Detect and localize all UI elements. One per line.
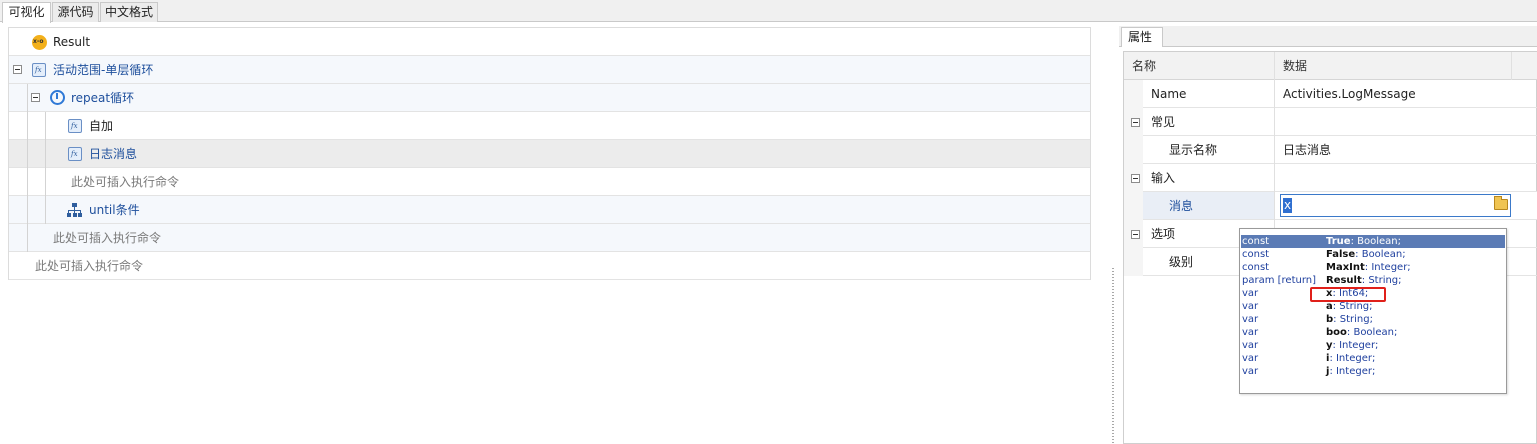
tab-properties[interactable]: 属性	[1121, 27, 1163, 47]
autocomplete-item[interactable]: param [return] Result: String;	[1241, 274, 1505, 287]
activity-fx-icon	[32, 63, 46, 77]
property-label: Name	[1151, 87, 1187, 101]
folder-icon[interactable]	[1494, 196, 1508, 210]
collapse-toggle-icon[interactable]	[13, 65, 22, 74]
indent-guide	[27, 84, 28, 252]
autocomplete-item[interactable]: var i: Integer;	[1241, 352, 1505, 365]
property-row-name[interactable]: Name Activities.LogMessage	[1124, 80, 1537, 108]
tree-item-label: 活动范围-单层循环	[53, 63, 154, 77]
tree-item-until[interactable]: until条件	[9, 196, 1090, 224]
indent-guide	[45, 112, 46, 224]
property-category-input[interactable]: 输入	[1124, 164, 1537, 192]
tab-chinese-format[interactable]: 中文格式	[100, 2, 158, 22]
category-label: 常见	[1151, 115, 1176, 129]
property-tab-bar	[1119, 26, 1537, 47]
tree-item-result[interactable]: Result	[9, 28, 1090, 56]
panel-splitter[interactable]	[1110, 268, 1117, 444]
property-category-common[interactable]: 常见	[1124, 108, 1537, 136]
autocomplete-popup: const True: Boolean; const False: Boolea…	[1239, 228, 1507, 394]
tree-item-label: 自加	[89, 119, 114, 133]
condition-tree-icon	[67, 203, 82, 217]
autocomplete-item[interactable]: var j: Integer;	[1241, 365, 1505, 378]
insert-placeholder[interactable]: 此处可插入执行命令	[9, 168, 1090, 196]
workflow-designer: Result 活动范围-单层循环 repeat循环 自加 日志消息 此处可插入执…	[8, 27, 1091, 280]
autocomplete-item[interactable]: const True: Boolean;	[1241, 235, 1505, 248]
tree-item-label: until条件	[89, 203, 140, 217]
insert-hint-text: 此处可插入执行命令	[71, 175, 180, 189]
collapse-toggle-icon[interactable]	[1131, 118, 1140, 127]
message-input[interactable]: x	[1280, 194, 1511, 217]
property-row-display-name[interactable]: 显示名称 日志消息	[1124, 136, 1537, 164]
tree-item-label: 日志消息	[89, 147, 138, 161]
property-grid-header: 名称 数据	[1124, 52, 1537, 80]
highlight-annotation	[1310, 287, 1386, 302]
insert-placeholder[interactable]: 此处可插入执行命令	[9, 252, 1090, 280]
tab-source-code[interactable]: 源代码	[52, 2, 99, 22]
insert-hint-text: 此处可插入执行命令	[53, 231, 162, 245]
tree-item-scope[interactable]: 活动范围-单层循环	[9, 56, 1090, 84]
autocomplete-item[interactable]: var b: String;	[1241, 313, 1505, 326]
property-value: Activities.LogMessage	[1283, 87, 1416, 101]
activity-fx-icon	[68, 147, 82, 161]
message-input-value[interactable]: x	[1283, 198, 1293, 213]
autocomplete-item[interactable]: const False: Boolean;	[1241, 248, 1505, 261]
loop-icon	[50, 90, 65, 105]
autocomplete-item[interactable]: var boo: Boolean;	[1241, 326, 1505, 339]
autocomplete-item[interactable]: const MaxInt: Integer;	[1241, 261, 1505, 274]
column-header-data[interactable]: 数据	[1283, 52, 1307, 80]
activity-fx-icon	[68, 119, 82, 133]
tree-item-selfadd[interactable]: 自加	[9, 112, 1090, 140]
category-label: 输入	[1151, 171, 1176, 185]
property-row-message[interactable]: 消息 x	[1124, 192, 1537, 220]
collapse-toggle-icon[interactable]	[1131, 230, 1140, 239]
tree-item-label: repeat循环	[71, 91, 135, 105]
autocomplete-item[interactable]: var y: Integer;	[1241, 339, 1505, 352]
category-label: 选项	[1151, 227, 1176, 241]
variable-icon	[32, 35, 47, 50]
tree-item-repeat[interactable]: repeat循环	[9, 84, 1090, 112]
property-value: 日志消息	[1283, 143, 1332, 157]
property-label: 消息	[1169, 199, 1194, 213]
insert-hint-text: 此处可插入执行命令	[35, 259, 144, 273]
property-label: 级别	[1169, 255, 1194, 269]
collapse-toggle-icon[interactable]	[31, 93, 40, 102]
tab-visual[interactable]: 可视化	[2, 2, 51, 23]
view-tab-bar: 可视化 源代码 中文格式	[0, 0, 1537, 23]
property-label: 显示名称	[1169, 143, 1218, 157]
tree-item-label: Result	[53, 35, 91, 49]
tree-item-log-message[interactable]: 日志消息	[9, 140, 1090, 168]
column-header-name[interactable]: 名称	[1132, 52, 1156, 80]
collapse-toggle-icon[interactable]	[1131, 174, 1140, 183]
insert-placeholder[interactable]: 此处可插入执行命令	[9, 224, 1090, 252]
